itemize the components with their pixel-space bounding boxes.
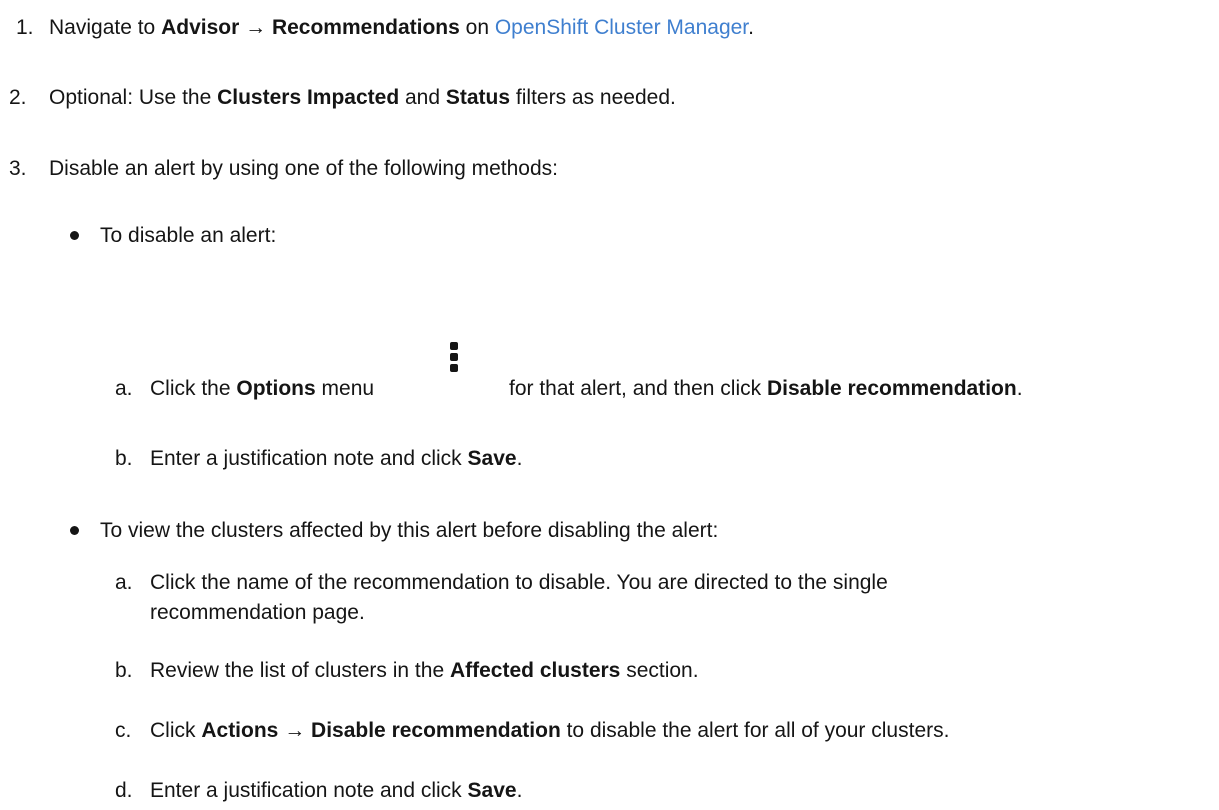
- method-two-c-text: Click Actions → Disable recommendation t…: [150, 716, 949, 746]
- method-two-a-letter: a.: [115, 571, 133, 594]
- method-two-text: To view the clusters affected by this al…: [100, 519, 719, 542]
- method-one-text: To disable an alert:: [100, 224, 277, 247]
- method-two-c-pre: Click: [150, 719, 202, 742]
- method-one-a-letter: a.: [115, 377, 133, 400]
- step-2-pre: Optional: Use the: [49, 86, 218, 109]
- method-one-a-text: Click the Options menu: [150, 374, 374, 404]
- method-two-d-save: Save: [467, 779, 517, 802]
- method-one-a-text-2: for that alert, and then click Disable r…: [509, 374, 1023, 404]
- step-2-number: 2.: [9, 86, 27, 109]
- method-two-c-letter: c.: [115, 719, 132, 742]
- method-one-b-letter: b.: [115, 447, 133, 470]
- step-2-mid: and: [399, 86, 446, 109]
- step-3-text: Disable an alert by using one of the fol…: [49, 157, 558, 180]
- method-one-a-pre: Click the: [150, 377, 237, 400]
- method-two-d-post: .: [516, 779, 523, 802]
- openshift-cluster-manager-link[interactable]: OpenShift Cluster Manager: [495, 16, 748, 39]
- bullet-icon: [70, 231, 79, 240]
- step-1-mid: on: [459, 16, 495, 39]
- step-2-post: filters as needed.: [510, 86, 676, 109]
- method-two-d-text: Enter a justification note and click Sav…: [150, 776, 522, 806]
- method-two-d-pre: Enter a justification note and click: [150, 779, 468, 802]
- procedure-document: 1. Navigate to Advisor → Recommendations…: [0, 0, 1219, 810]
- method-one-b-post: .: [516, 447, 523, 470]
- method-one-a-post: .: [1016, 377, 1023, 400]
- kebab-icon: [450, 342, 460, 375]
- step-2-text: Optional: Use the Clusters Impacted and …: [49, 83, 676, 113]
- method-two-c-post: to disable the alert for all of your clu…: [560, 719, 950, 742]
- step-3-number: 3.: [9, 157, 27, 180]
- method-two-b-post: section.: [620, 659, 699, 682]
- step-2-clusters-impacted: Clusters Impacted: [217, 86, 400, 109]
- method-one-b-save: Save: [467, 447, 517, 470]
- method-two-b-letter: b.: [115, 659, 133, 682]
- bullet-icon: [70, 526, 79, 535]
- method-one-a-mid: menu: [315, 377, 375, 400]
- method-one-b-text: Enter a justification note and click Sav…: [150, 444, 522, 474]
- step-1-advisor: Advisor: [161, 16, 240, 39]
- method-two-a-line-2: recommendation page.: [150, 601, 365, 624]
- method-two-a-line-1: Click the name of the recommendation to …: [150, 571, 888, 594]
- method-two-b-text: Review the list of clusters in the Affec…: [150, 656, 699, 686]
- step-1-pre: Navigate to: [49, 16, 162, 39]
- step-1-recommendations: Recommendations: [271, 16, 460, 39]
- step-2-status: Status: [445, 86, 511, 109]
- method-two-c-arrow: →: [278, 719, 312, 742]
- step-1-number: 1.: [16, 16, 34, 39]
- method-two-c-actions: Actions: [201, 719, 279, 742]
- method-two-b-affected-clusters: Affected clusters: [449, 659, 621, 682]
- step-1-arrow: →: [239, 16, 272, 39]
- method-two-b-pre: Review the list of clusters in the: [150, 659, 450, 682]
- step-1-post: .: [748, 16, 754, 39]
- method-two-c-disable-recommendation: Disable recommendation: [311, 719, 561, 742]
- method-one-a-options: Options: [236, 377, 316, 400]
- method-one-a-mid2: for that alert, and then click: [509, 377, 767, 400]
- method-one-a-disable-recommendation: Disable recommendation: [766, 377, 1017, 400]
- method-one-b-pre: Enter a justification note and click: [150, 447, 468, 470]
- step-1-text: Navigate to Advisor → Recommendations on…: [49, 13, 754, 43]
- method-two-d-letter: d.: [115, 779, 133, 802]
